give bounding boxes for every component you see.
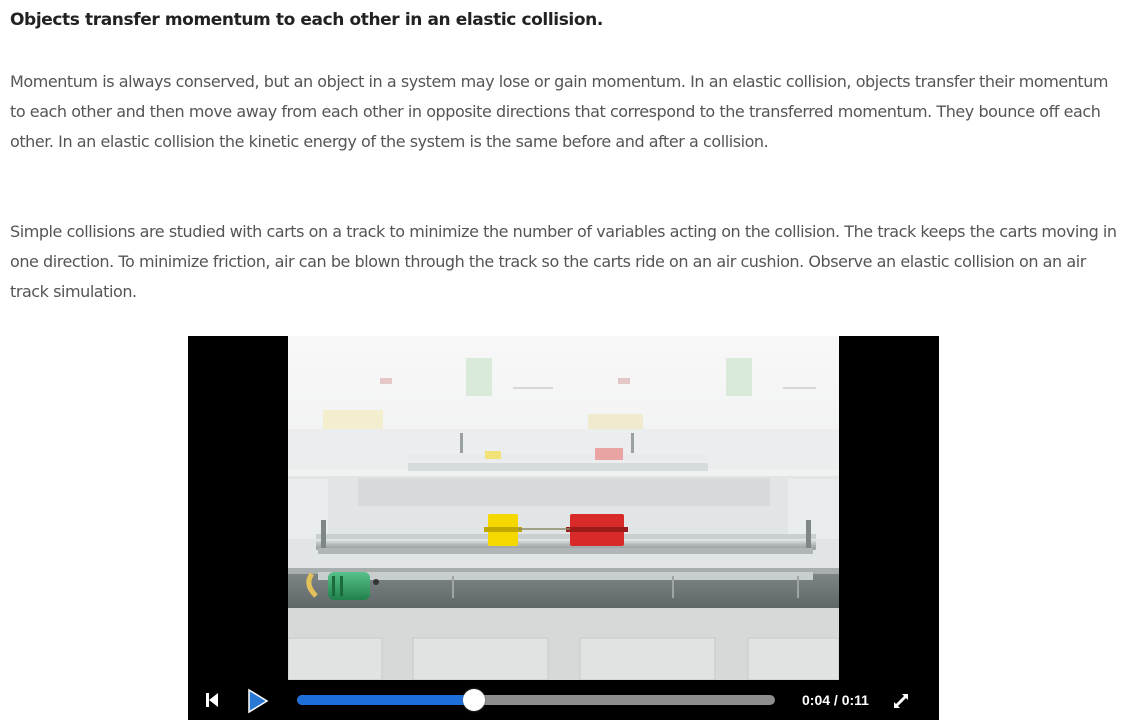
seek-bar[interactable] <box>297 689 775 711</box>
skip-back-button[interactable] <box>202 690 222 710</box>
skip-back-icon <box>206 693 218 707</box>
section-heading: Objects transfer momentum to each other … <box>10 10 603 30</box>
paragraph-momentum: Momentum is always conserved, but an obj… <box>10 72 1109 151</box>
seek-progress <box>297 695 474 705</box>
play-icon <box>248 688 269 714</box>
time-display: 0:04 / 0:11 <box>802 692 869 708</box>
video-frame[interactable] <box>288 336 839 680</box>
paragraph-air-track: Simple collisions are studied with carts… <box>10 222 1117 301</box>
fullscreen-button[interactable] <box>891 691 911 711</box>
player-controls: 0:04 / 0:11 <box>188 680 939 720</box>
video-player[interactable]: 0:04 / 0:11 <box>188 336 939 720</box>
fullscreen-icon <box>894 694 908 708</box>
seek-handle[interactable] <box>462 689 485 711</box>
air-track-simulation <box>288 336 839 680</box>
play-button[interactable] <box>244 688 270 714</box>
